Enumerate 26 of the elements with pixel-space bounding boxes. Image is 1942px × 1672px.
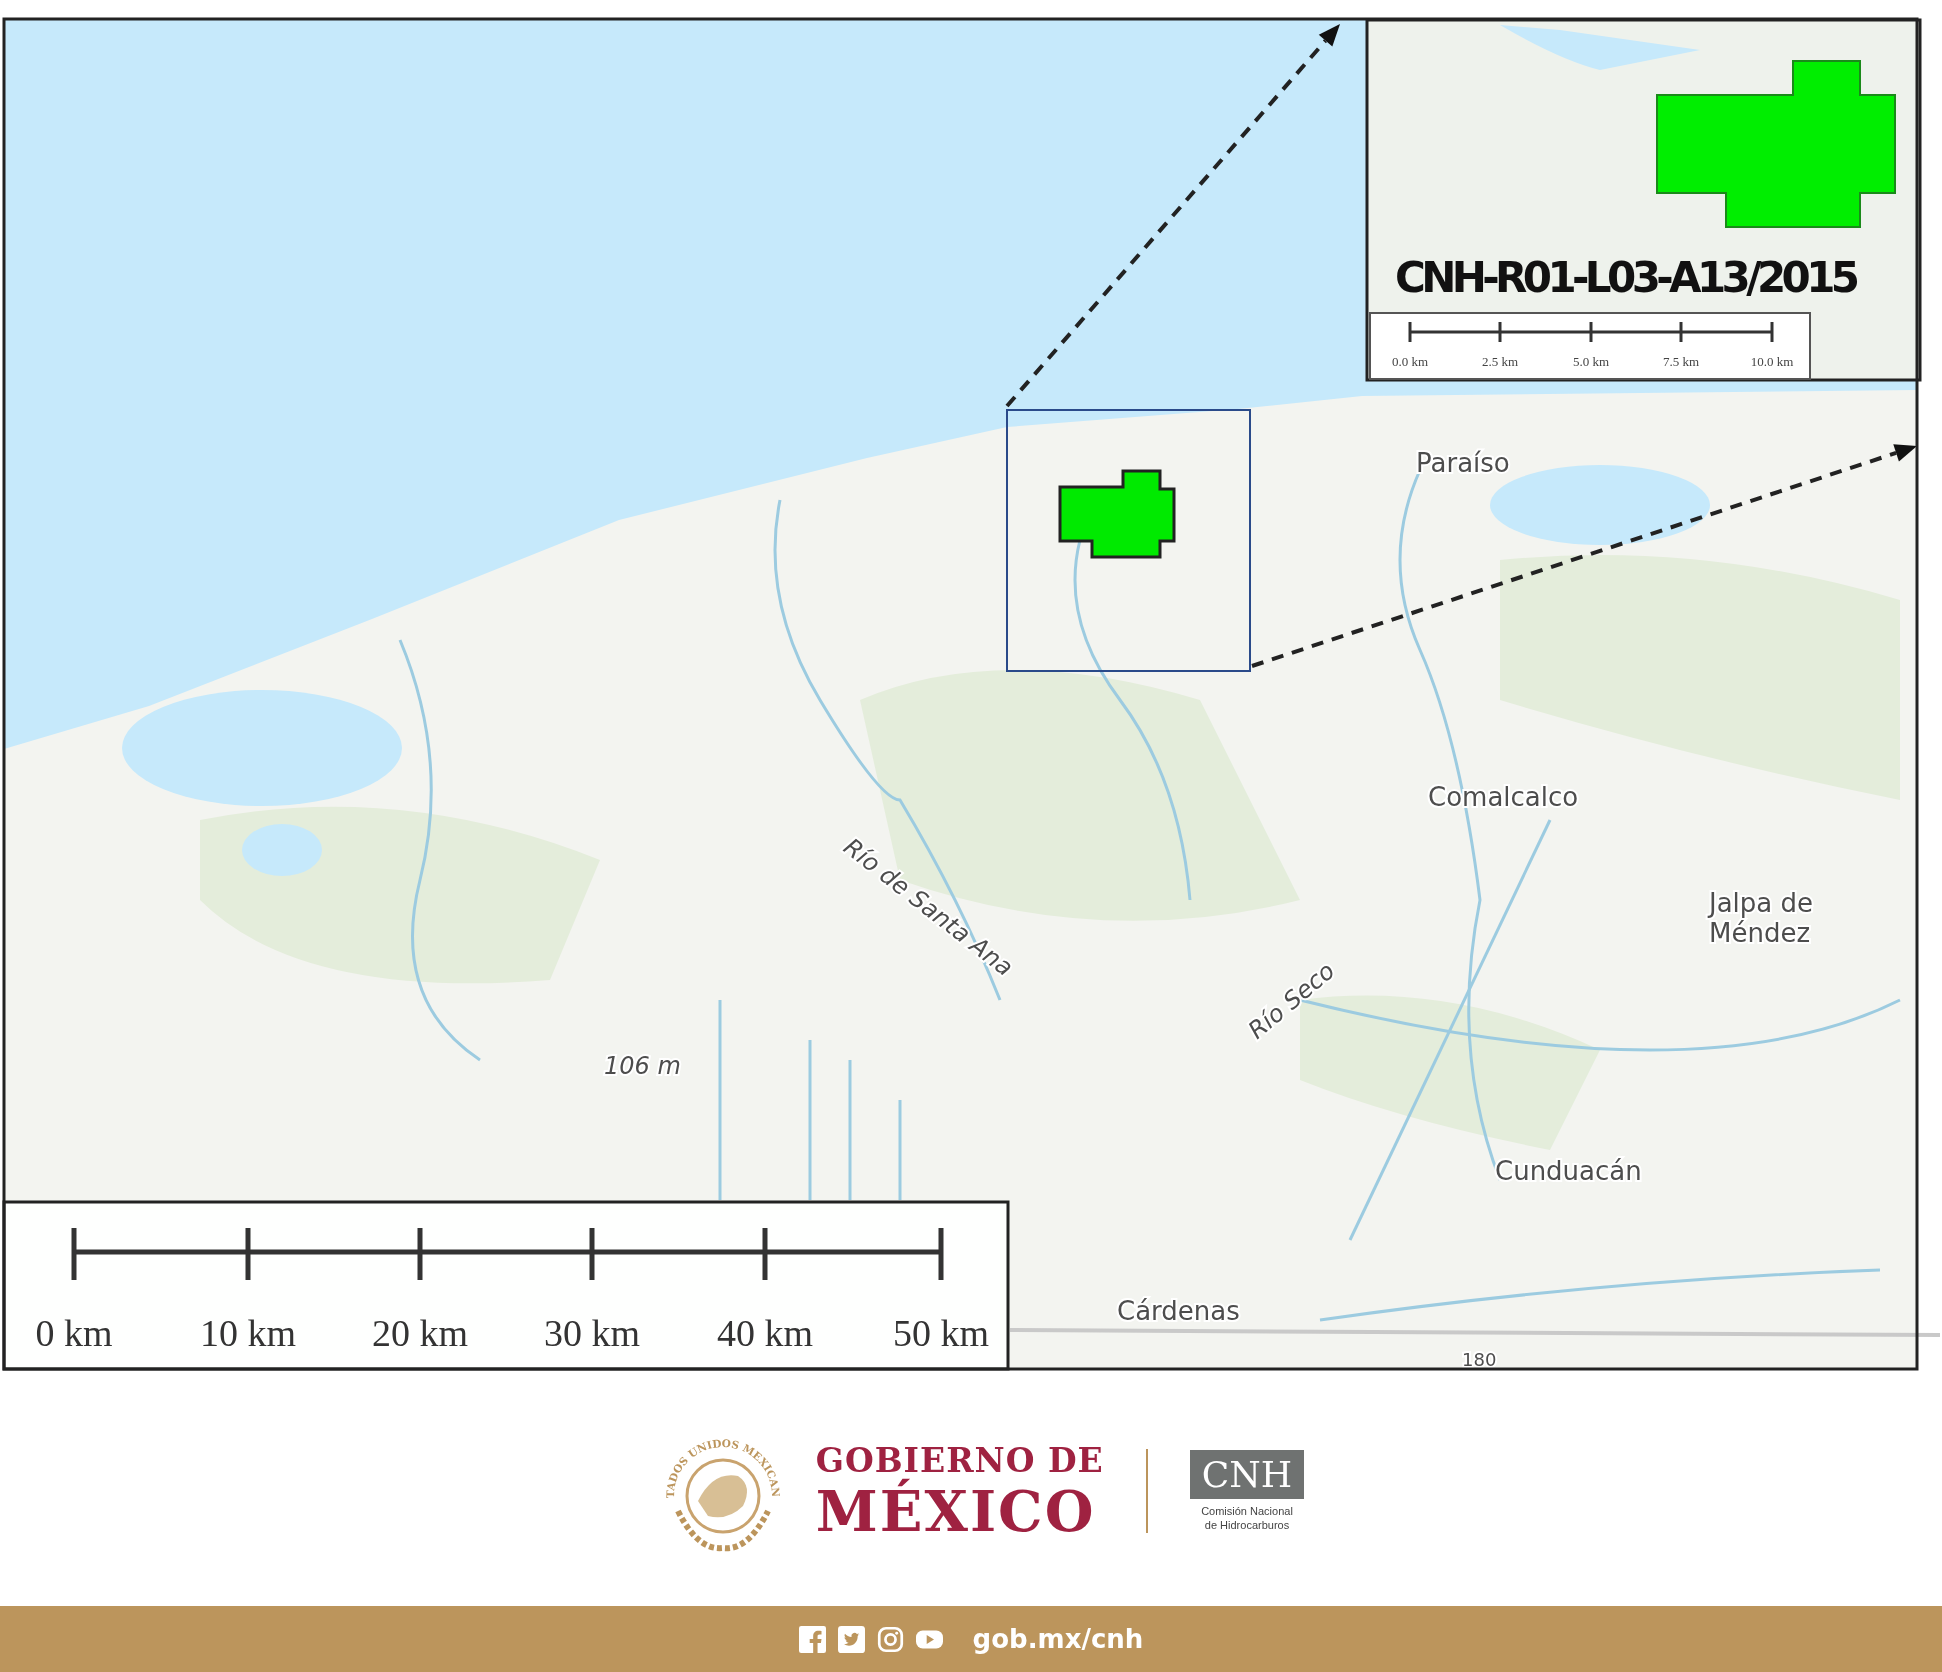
agency-logo: CNH	[1189, 1450, 1305, 1500]
bird-icon[interactable]	[837, 1625, 865, 1653]
town-label: Paraíso	[1416, 448, 1510, 478]
scale-label: 0 km	[35, 1312, 113, 1354]
scale-label: 7.5 km	[1662, 354, 1700, 369]
elevation-label: 106 m	[604, 1052, 681, 1080]
camera-icon[interactable]	[876, 1625, 904, 1653]
scale-label: 20 km	[371, 1312, 469, 1354]
government-title: GOBIERNO DE	[815, 1443, 1104, 1477]
scale-label: 30 km	[543, 1312, 641, 1354]
block-title: CNH-R01-L03-A13/2015	[1395, 253, 1860, 302]
town-label: Cárdenas	[1117, 1296, 1240, 1326]
agency-name: Comisión Nacional de Hidrocarburos	[1201, 1505, 1293, 1532]
scale-label: 10.0 km	[1750, 354, 1794, 369]
town-label: Jalpa de Méndez	[1709, 888, 1814, 948]
scale-label: 2.5 km	[1481, 354, 1519, 369]
road-label: 180	[1462, 1349, 1497, 1370]
scale-label: 50 km	[892, 1312, 990, 1354]
town-label: Cunduacán	[1495, 1156, 1642, 1186]
scale-label: 0.0 km	[1391, 354, 1429, 369]
scale-label: 40 km	[716, 1312, 814, 1354]
town-label: Comalcalco	[1428, 782, 1579, 812]
website-link[interactable]: gob.mx/cnh	[972, 1624, 1144, 1654]
facebook-icon[interactable]	[798, 1625, 826, 1653]
scale-label: 5.0 km	[1572, 354, 1610, 369]
scale-label: 10 km	[199, 1312, 297, 1354]
